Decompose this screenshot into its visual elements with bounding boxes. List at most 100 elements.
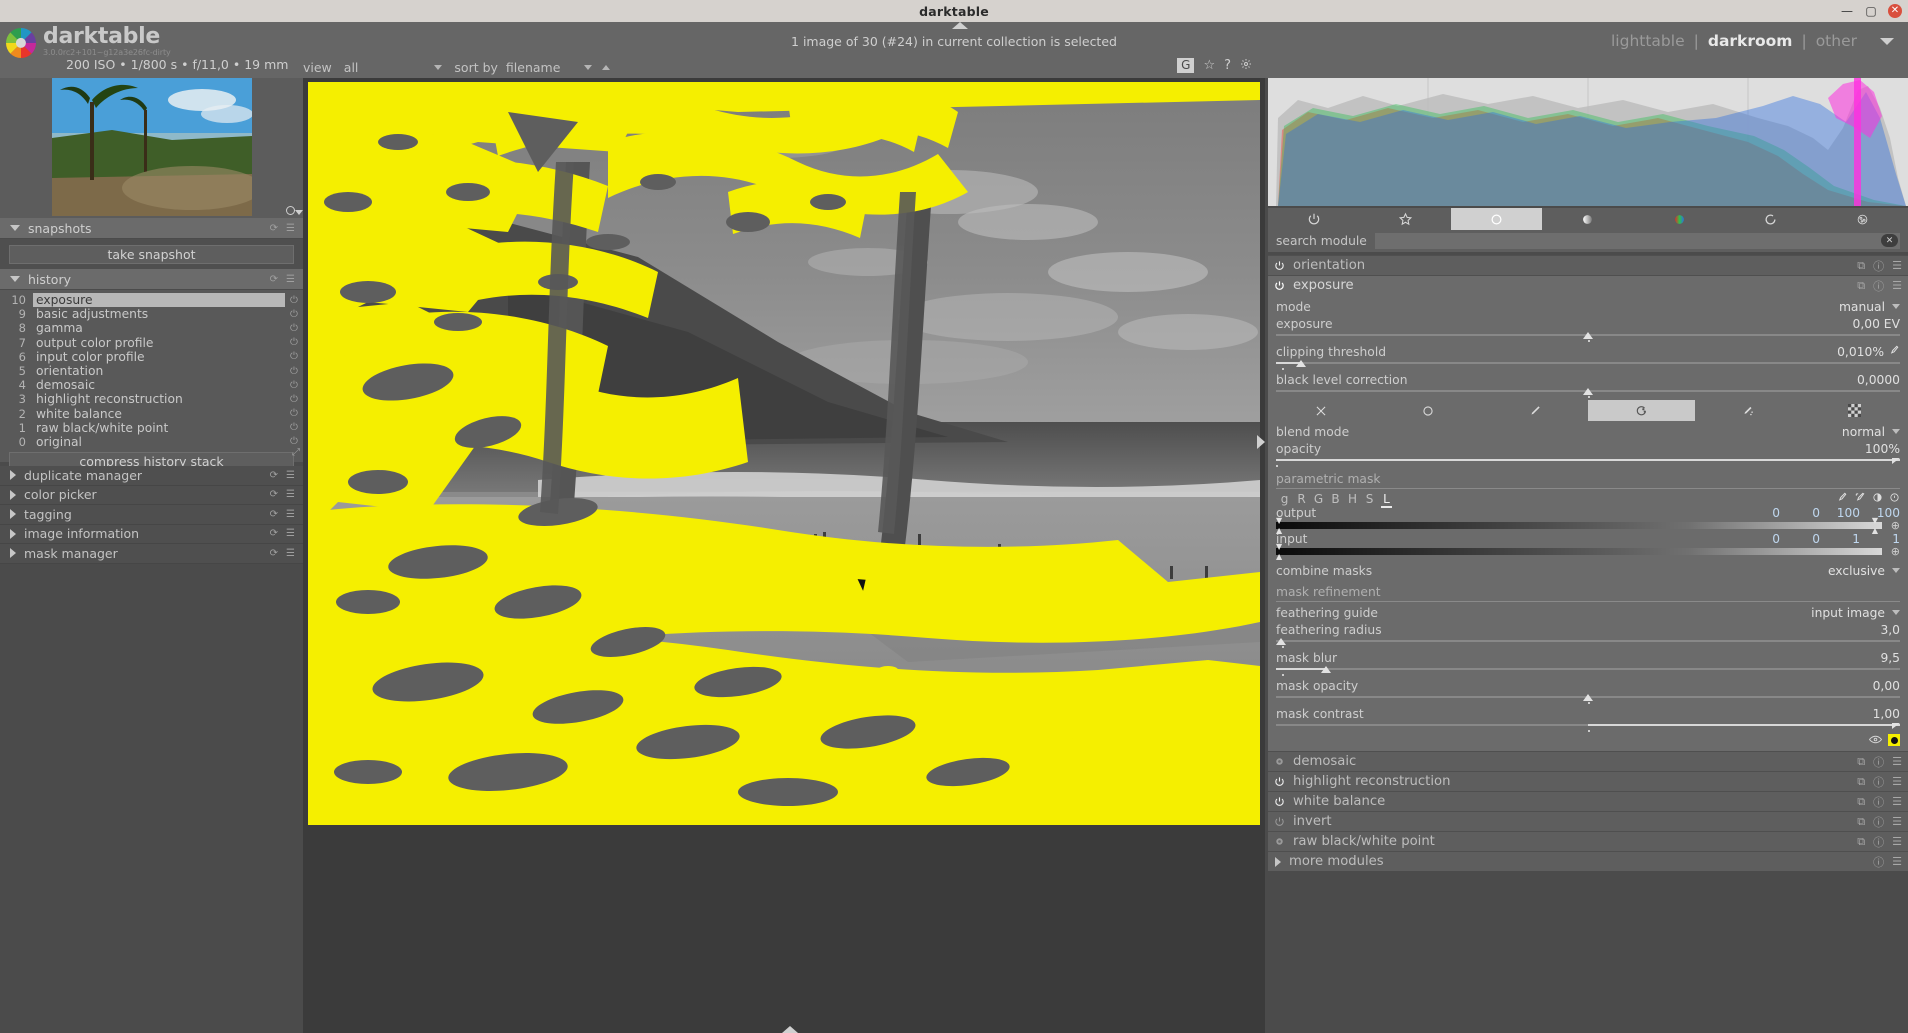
opacity-slider[interactable] — [1276, 457, 1900, 467]
module-presets-icon[interactable]: ☰ — [286, 548, 295, 559]
overlays-star-icon[interactable]: ☆ — [1203, 59, 1215, 72]
module-demosaic-header[interactable]: demosaic ⧉ ⓘ ☰ — [1268, 751, 1908, 771]
history-item-0[interactable]: 0 original ⏻ — [0, 435, 303, 449]
left-module-duplicate-manager[interactable]: duplicate manager ⟳ ☰ — [0, 466, 303, 486]
image-canvas[interactable] — [308, 82, 1260, 825]
power-icon[interactable] — [1274, 816, 1285, 827]
display-mask-icon[interactable] — [1868, 734, 1883, 747]
module-highlight-reconstruction-header[interactable]: highlight reconstruction ⧉ ⓘ ☰ — [1268, 771, 1908, 791]
view-darkroom[interactable]: darkroom — [1699, 32, 1802, 50]
invert-icon[interactable] — [1872, 492, 1883, 506]
multi-instance-icon[interactable]: ⧉ — [1857, 815, 1865, 829]
left-module-tagging[interactable]: tagging ⟳ ☰ — [0, 505, 303, 525]
snapshots-header[interactable]: snapshots ⟳ ☰ — [0, 218, 303, 239]
presets-icon[interactable]: ☰ — [1892, 755, 1902, 768]
history-item-7[interactable]: 7 output color profile ⏻ — [0, 336, 303, 350]
module-group-active-icon[interactable] — [1268, 208, 1359, 230]
left-module-mask-manager[interactable]: mask manager ⟳ ☰ — [0, 544, 303, 564]
window-close-button[interactable]: ✕ — [1888, 4, 1902, 18]
color-picker-icon[interactable] — [1889, 345, 1900, 359]
multi-instance-icon[interactable]: ⧉ — [1857, 279, 1865, 293]
history-item-2[interactable]: 2 white balance ⏻ — [0, 407, 303, 421]
multi-instance-icon[interactable]: ⧉ — [1857, 259, 1865, 273]
channel-S[interactable]: S — [1361, 492, 1378, 506]
module-presets-icon[interactable]: ☰ — [286, 489, 295, 500]
module-reset-icon[interactable]: ⟳ — [270, 470, 278, 481]
grouping-icon[interactable]: G — [1177, 58, 1195, 73]
gear-icon[interactable] — [1240, 58, 1252, 73]
presets-icon[interactable]: ☰ — [1892, 855, 1902, 868]
snapshots-presets-icon[interactable]: ☰ — [286, 223, 295, 234]
history-item-6[interactable]: 6 input color profile ⏻ — [0, 350, 303, 364]
view-filter-value[interactable]: all — [344, 60, 359, 75]
history-item-10[interactable]: 10 exposure ⏻ — [0, 293, 303, 308]
history-item-toggle-icon[interactable]: ⏻ — [285, 380, 303, 391]
history-presets-icon[interactable]: ☰ — [286, 274, 295, 285]
input-add-icon[interactable]: ⊕ — [1891, 546, 1900, 557]
module-raw-black-white-point-header[interactable]: raw black/white point ⧉ ⓘ ☰ — [1268, 831, 1908, 851]
chevron-down-icon[interactable] — [1892, 568, 1900, 573]
navigation-thumbnail[interactable] — [0, 78, 303, 218]
blend-uniformly-icon[interactable] — [1375, 400, 1482, 421]
right-panel-collapse-arrow[interactable] — [1257, 435, 1265, 449]
search-module-input[interactable] — [1374, 233, 1900, 249]
blend-mode-row[interactable]: blend mode normal — [1276, 423, 1900, 440]
reset-icon[interactable]: ⓘ — [1873, 278, 1884, 294]
channel-L[interactable]: L — [1378, 492, 1395, 508]
reset-icon[interactable]: ⓘ — [1873, 794, 1884, 810]
history-item-8[interactable]: 8 gamma ⏻ — [0, 321, 303, 335]
channel-G[interactable]: G — [1310, 492, 1327, 506]
window-minimize-button[interactable]: — — [1840, 4, 1854, 18]
sort-caret-icon[interactable] — [584, 65, 593, 70]
reset-icon[interactable] — [1889, 492, 1900, 506]
module-orientation-header[interactable]: orientation ⧉ ⓘ ☰ — [1268, 255, 1908, 275]
search-clear-icon[interactable]: ✕ — [1881, 234, 1898, 247]
window-maximize-button[interactable]: ▢ — [1864, 4, 1878, 18]
reset-icon[interactable]: ⓘ — [1873, 854, 1884, 870]
history-item-1[interactable]: 1 raw black/white point ⏻ — [0, 421, 303, 435]
exposure-mode-row[interactable]: mode manual — [1276, 298, 1900, 315]
reset-icon[interactable]: ⓘ — [1873, 754, 1884, 770]
module-white-balance-header[interactable]: white balance ⧉ ⓘ ☰ — [1268, 791, 1908, 811]
module-group-favorites-icon[interactable] — [1359, 208, 1450, 230]
view-lighttable[interactable]: lighttable — [1602, 32, 1694, 50]
multi-instance-icon[interactable]: ⧉ — [1857, 755, 1865, 769]
module-group-technical-icon[interactable] — [1450, 208, 1543, 230]
picker-icon[interactable] — [1837, 492, 1848, 506]
presets-icon[interactable]: ☰ — [1892, 279, 1902, 292]
history-item-toggle-icon[interactable]: ⏻ — [285, 337, 303, 348]
blend-drawn-parametric-icon[interactable] — [1695, 400, 1802, 421]
reset-icon[interactable]: ⓘ — [1873, 834, 1884, 850]
reset-icon[interactable]: ⓘ — [1873, 774, 1884, 790]
channel-g[interactable]: g — [1276, 492, 1293, 506]
history-item-5[interactable]: 5 orientation ⏻ — [0, 364, 303, 378]
history-item-3[interactable]: 3 highlight reconstruction ⏻ — [0, 392, 303, 406]
history-reset-icon[interactable]: ⟳ — [270, 274, 278, 285]
sort-direction-icon[interactable] — [602, 65, 611, 70]
module-group-color-icon[interactable] — [1634, 208, 1725, 230]
top-panel-collapse-arrow[interactable] — [952, 22, 968, 29]
left-module-image-information[interactable]: image information ⟳ ☰ — [0, 524, 303, 544]
power-icon[interactable] — [1274, 796, 1285, 807]
power-icon[interactable] — [1274, 280, 1285, 291]
module-group-effects-icon[interactable] — [1817, 208, 1908, 230]
reset-icon[interactable]: ⓘ — [1873, 258, 1884, 274]
input-gradient-bar[interactable]: ▼ ▲ ⊕ — [1276, 542, 1900, 561]
history-item-toggle-icon[interactable]: ⏻ — [285, 351, 303, 362]
snapshots-reset-icon[interactable]: ⟳ — [270, 223, 278, 234]
channel-H[interactable]: H — [1344, 492, 1361, 506]
blend-parametric-mask-icon[interactable] — [1588, 400, 1695, 421]
combine-masks-row[interactable]: combine masks exclusive — [1276, 562, 1900, 579]
module-reset-icon[interactable]: ⟳ — [270, 509, 278, 520]
feathering-guide-row[interactable]: feathering guide input image — [1276, 604, 1900, 621]
presets-icon[interactable]: ☰ — [1892, 259, 1902, 272]
presets-icon[interactable]: ☰ — [1892, 815, 1902, 828]
module-presets-icon[interactable]: ☰ — [286, 528, 295, 539]
histogram-widget[interactable] — [1268, 78, 1908, 206]
history-item-4[interactable]: 4 demosaic ⏻ — [0, 378, 303, 392]
multi-instance-icon[interactable]: ⧉ — [1857, 835, 1865, 849]
power-icon[interactable] — [1274, 836, 1285, 847]
view-dropdown-caret-icon[interactable] — [1880, 37, 1894, 45]
mask-indicator-active[interactable] — [1888, 734, 1900, 746]
blend-drawn-mask-icon[interactable] — [1481, 400, 1588, 421]
